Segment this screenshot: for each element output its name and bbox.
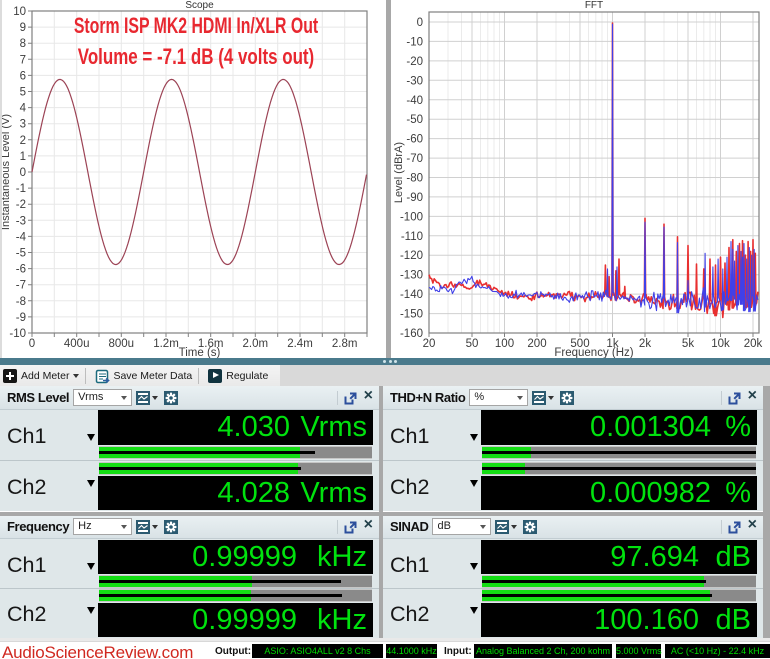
svg-text:-30: -30: [406, 75, 423, 87]
svg-text:Time (s): Time (s): [179, 347, 221, 358]
svg-text:400u: 400u: [64, 338, 90, 350]
svg-text:-160: -160: [400, 328, 423, 340]
svg-text:2.0m: 2.0m: [243, 338, 269, 350]
svg-text:-70: -70: [406, 153, 423, 165]
svg-text:-40: -40: [406, 95, 423, 107]
svg-text:-8: -8: [16, 296, 26, 308]
svg-text:-7: -7: [16, 280, 26, 292]
svg-text:-80: -80: [406, 173, 423, 185]
svg-text:Scope: Scope: [185, 0, 214, 11]
svg-text:20k: 20k: [744, 338, 763, 350]
svg-text:-90: -90: [406, 192, 423, 204]
svg-text:6: 6: [20, 70, 26, 82]
svg-text:50: 50: [466, 338, 479, 350]
svg-text:800u: 800u: [109, 338, 135, 350]
svg-text:-4: -4: [16, 231, 27, 243]
svg-text:5k: 5k: [682, 338, 694, 350]
svg-text:-50: -50: [406, 114, 423, 126]
svg-text:10k: 10k: [711, 338, 730, 350]
svg-text:3: 3: [20, 119, 26, 131]
svg-text:2k: 2k: [639, 338, 651, 350]
svg-text:2: 2: [20, 135, 26, 147]
svg-text:-110: -110: [401, 231, 423, 243]
svg-text:-60: -60: [406, 134, 423, 146]
svg-text:20: 20: [423, 338, 436, 350]
svg-text:1.2m: 1.2m: [153, 338, 179, 350]
svg-text:-100: -100: [400, 211, 423, 223]
svg-text:5: 5: [20, 87, 26, 99]
svg-text:-120: -120: [400, 250, 423, 262]
svg-text:-5: -5: [16, 248, 26, 260]
svg-text:FFT: FFT: [585, 0, 603, 11]
svg-text:0: 0: [20, 167, 26, 179]
svg-text:2.8m: 2.8m: [332, 338, 358, 350]
svg-text:-3: -3: [16, 215, 26, 227]
svg-text:200: 200: [527, 338, 546, 350]
svg-text:-6: -6: [16, 264, 26, 276]
svg-text:1: 1: [20, 151, 26, 163]
svg-text:4: 4: [20, 103, 27, 115]
svg-text:-130: -130: [400, 270, 423, 282]
svg-text:100: 100: [495, 338, 514, 350]
svg-text:2.4m: 2.4m: [287, 338, 313, 350]
svg-text:Level (dBrA): Level (dBrA): [393, 142, 405, 203]
svg-text:-9: -9: [16, 312, 26, 324]
svg-text:-10: -10: [9, 328, 26, 340]
svg-text:-150: -150: [400, 309, 423, 321]
svg-text:Frequency (Hz): Frequency (Hz): [554, 347, 633, 358]
svg-text:-2: -2: [16, 199, 26, 211]
svg-text:0: 0: [29, 338, 35, 350]
svg-text:-1: -1: [16, 183, 26, 195]
svg-text:-140: -140: [400, 289, 423, 301]
